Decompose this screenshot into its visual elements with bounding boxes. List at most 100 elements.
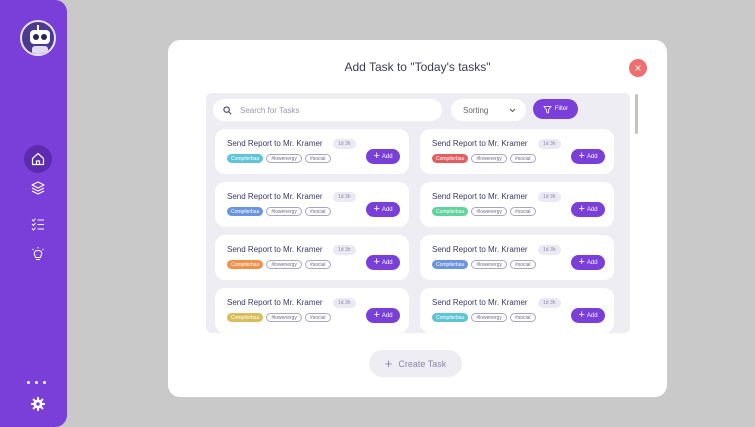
plus-icon: +: [373, 150, 380, 162]
task-card[interactable]: Send Report to Mr. Kramer 1d 3h Compilerba…: [215, 129, 409, 174]
category-tag: Compilerbau: [432, 154, 469, 163]
add-task-button[interactable]: + Add: [366, 202, 400, 217]
lightbulb-icon: [32, 247, 44, 260]
task-title: Send Report to Mr. Kramer: [432, 192, 528, 201]
add-label: Add: [586, 206, 598, 213]
hashtag-tag: #social: [304, 207, 331, 216]
nav-ideas[interactable]: [24, 240, 52, 268]
hashtag-tag: #lowenergy: [266, 207, 302, 216]
hashtag-tag: #social: [304, 260, 331, 269]
task-card[interactable]: Send Report to Mr. Kramer 1d 3h Compilerba…: [420, 129, 614, 174]
due-badge: 1d 3h: [333, 245, 356, 255]
category-tag: Compilerbau: [227, 207, 264, 216]
add-label: Add: [381, 206, 393, 213]
due-badge: 1d 3h: [538, 245, 561, 255]
more-options-icon[interactable]: [27, 381, 46, 384]
filter-button[interactable]: Filter: [533, 99, 578, 119]
add-task-button[interactable]: + Add: [366, 308, 400, 323]
add-task-button[interactable]: + Add: [571, 308, 605, 323]
plus-icon: +: [578, 309, 585, 321]
tag-list: Compilerbau #lowenergy #social: [432, 154, 536, 163]
due-badge: 1d 3h: [333, 139, 356, 149]
sorting-dropdown[interactable]: Sorting: [451, 99, 526, 121]
add-label: Add: [381, 153, 393, 160]
add-task-button[interactable]: + Add: [571, 255, 605, 270]
checklist-icon: [31, 218, 44, 231]
dialog-title: Add Task to "Today's tasks": [344, 60, 491, 74]
category-tag: Compilerbau: [432, 260, 469, 269]
due-badge: 1d 3h: [538, 139, 561, 149]
tag-list: Compilerbau #lowenergy #social: [227, 154, 331, 163]
hashtag-tag: #lowenergy: [471, 207, 507, 216]
add-label: Add: [586, 259, 598, 266]
search-input[interactable]: [240, 105, 430, 115]
filter-label: Filter: [554, 106, 569, 112]
tag-list: Compilerbau #lowenergy #social: [227, 313, 331, 322]
plus-icon: +: [384, 356, 393, 371]
task-card[interactable]: Send Report to Mr. Kramer 1d 3h Compilerba…: [215, 288, 409, 333]
task-title: Send Report to Mr. Kramer: [227, 139, 323, 148]
create-task-button[interactable]: + Create Task: [369, 350, 462, 377]
task-card[interactable]: Send Report to Mr. Kramer 1d 3h Compilerba…: [420, 182, 614, 227]
task-list-panel: Sorting Filter Send Report to Mr. Kramer…: [206, 93, 630, 333]
robot-avatar-icon: [30, 25, 50, 54]
sorting-label: Sorting: [463, 105, 489, 115]
add-label: Add: [381, 312, 393, 319]
hashtag-tag: #social: [509, 313, 536, 322]
scrollbar-thumb[interactable]: [635, 94, 638, 134]
task-title: Send Report to Mr. Kramer: [227, 192, 323, 201]
nav-home[interactable]: [24, 145, 52, 173]
scrollbar[interactable]: [635, 93, 639, 333]
layers-icon: [31, 181, 45, 195]
task-title: Send Report to Mr. Kramer: [227, 245, 323, 254]
category-tag: Compilerbau: [227, 154, 264, 163]
add-task-button[interactable]: + Add: [366, 255, 400, 270]
category-tag: Compilerbau: [227, 313, 264, 322]
search-icon: [223, 105, 232, 114]
add-label: Add: [586, 312, 598, 319]
hashtag-tag: #lowenergy: [266, 313, 302, 322]
plus-icon: +: [373, 309, 380, 321]
add-label: Add: [586, 153, 598, 160]
task-card[interactable]: Send Report to Mr. Kramer 1d 3h Compilerba…: [215, 235, 409, 280]
hashtag-tag: #lowenergy: [471, 154, 507, 163]
task-title: Send Report to Mr. Kramer: [227, 298, 323, 307]
hashtag-tag: #social: [304, 313, 331, 322]
tag-list: Compilerbau #lowenergy #social: [432, 260, 536, 269]
plus-icon: +: [373, 203, 380, 215]
nav-layers[interactable]: [24, 174, 52, 202]
add-task-button[interactable]: + Add: [571, 202, 605, 217]
hashtag-tag: #lowenergy: [471, 260, 507, 269]
tag-list: Compilerbau #lowenergy #social: [432, 313, 536, 322]
plus-icon: +: [578, 150, 585, 162]
hashtag-tag: #social: [509, 260, 536, 269]
close-icon: ×: [634, 61, 642, 75]
plus-icon: +: [578, 203, 585, 215]
plus-icon: +: [373, 256, 380, 268]
task-title: Send Report to Mr. Kramer: [432, 139, 528, 148]
settings-button[interactable]: [24, 390, 52, 418]
chevron-down-icon: [509, 108, 516, 112]
category-tag: Compilerbau: [227, 260, 264, 269]
task-card[interactable]: Send Report to Mr. Kramer 1d 3h Compilerba…: [420, 288, 614, 333]
sidebar: [0, 0, 67, 427]
hashtag-tag: #social: [304, 154, 331, 163]
nav-checklist[interactable]: [24, 210, 52, 238]
hashtag-tag: #lowenergy: [471, 313, 507, 322]
home-icon: [31, 152, 45, 166]
add-label: Add: [381, 259, 393, 266]
due-badge: 1d 3h: [538, 192, 561, 202]
hashtag-tag: #lowenergy: [266, 260, 302, 269]
add-task-button[interactable]: + Add: [366, 149, 400, 164]
tag-list: Compilerbau #lowenergy #social: [432, 207, 536, 216]
add-task-button[interactable]: + Add: [571, 149, 605, 164]
task-title: Send Report to Mr. Kramer: [432, 245, 528, 254]
search-bar[interactable]: [213, 99, 442, 121]
close-button[interactable]: ×: [629, 59, 647, 77]
tag-list: Compilerbau #lowenergy #social: [227, 207, 331, 216]
avatar[interactable]: [20, 20, 56, 56]
task-card[interactable]: Send Report to Mr. Kramer 1d 3h Compilerba…: [215, 182, 409, 227]
hashtag-tag: #social: [509, 154, 536, 163]
task-card[interactable]: Send Report to Mr. Kramer 1d 3h Compilerba…: [420, 235, 614, 280]
due-badge: 1d 3h: [538, 298, 561, 308]
